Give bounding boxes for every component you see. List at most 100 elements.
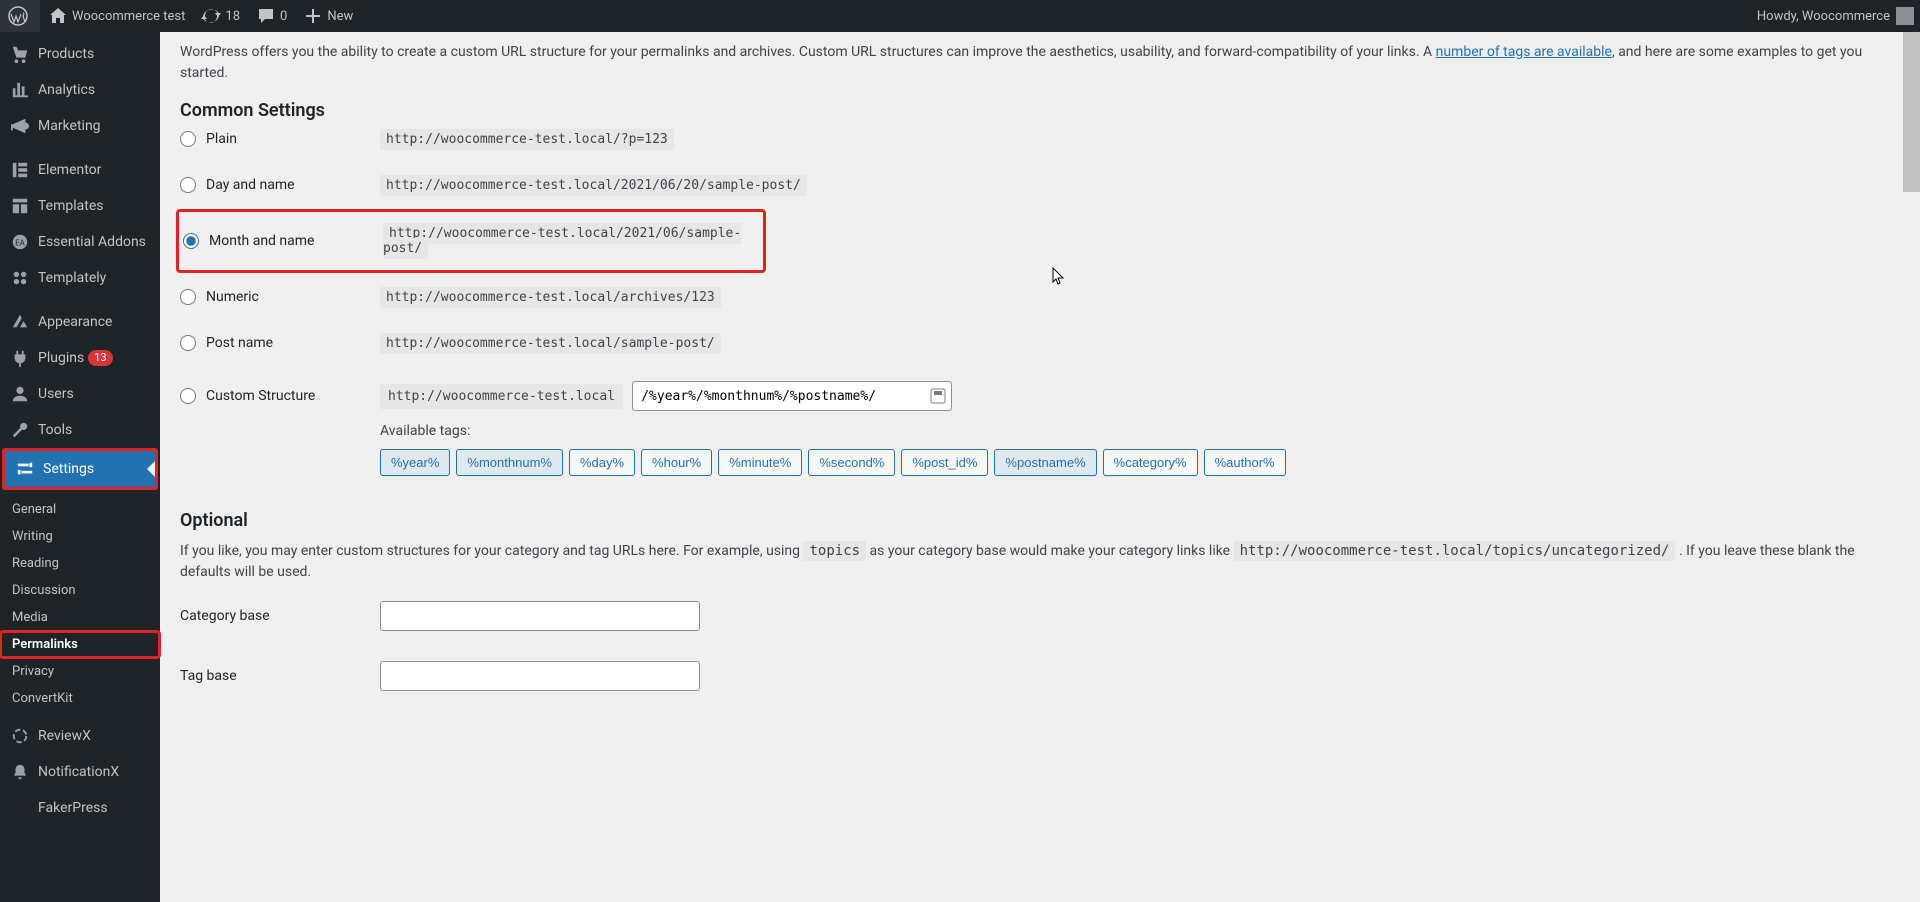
- submenu-reading[interactable]: Reading: [0, 550, 160, 577]
- permalink-postname-example: http://woocommerce-test.local/sample-pos…: [380, 333, 721, 354]
- fakerpress-icon: [10, 798, 30, 818]
- permalink-month-highlight: Month and name http://woocommerce-test.l…: [176, 209, 766, 273]
- save-autofill-icon[interactable]: [930, 388, 946, 404]
- permalink-numeric-example: http://woocommerce-test.local/archives/1…: [380, 287, 721, 308]
- tag-post_id[interactable]: %post_id%: [901, 449, 988, 476]
- tools-icon: [10, 420, 30, 440]
- updates-link[interactable]: 18: [193, 0, 248, 32]
- admin-toolbar: Woocommerce test 18 0 New Howdy, Woocomm…: [0, 0, 1920, 32]
- tag-year[interactable]: %year%: [380, 449, 450, 476]
- permalink-month-label[interactable]: Month and name: [183, 233, 383, 249]
- comment-icon: [256, 6, 276, 26]
- wp-logo-menu[interactable]: [0, 0, 40, 32]
- menu-settings-highlight: Settings: [2, 448, 158, 490]
- available-tags: %year%%monthnum%%day%%hour%%minute%%seco…: [380, 449, 1883, 476]
- permalink-plain-example: http://woocommerce-test.local/?p=123: [380, 129, 674, 150]
- menu-marketing[interactable]: Marketing: [0, 108, 160, 144]
- updates-count: 18: [225, 9, 240, 24]
- tag-base-label: Tag base: [180, 668, 380, 684]
- admin-menu: Products Analytics Marketing Elementor T…: [0, 32, 160, 902]
- tag-minute[interactable]: %minute%: [718, 449, 802, 476]
- scrollbar[interactable]: ▴: [1903, 0, 1920, 902]
- users-icon: [10, 384, 30, 404]
- site-name-link[interactable]: Woocommerce test: [40, 0, 193, 32]
- submenu-general[interactable]: General: [0, 496, 160, 523]
- menu-notificationx[interactable]: NotificationX: [0, 754, 160, 790]
- home-icon: [48, 6, 68, 26]
- permalink-day-label[interactable]: Day and name: [180, 177, 380, 193]
- permalink-plain-radio[interactable]: [180, 131, 196, 147]
- menu-products[interactable]: Products: [0, 36, 160, 72]
- permalink-month-radio[interactable]: [183, 233, 199, 249]
- tag-hour[interactable]: %hour%: [641, 449, 712, 476]
- update-icon: [201, 6, 221, 26]
- submenu-media[interactable]: Media: [0, 604, 160, 631]
- menu-templates[interactable]: Templates: [0, 188, 160, 224]
- menu-settings[interactable]: Settings: [5, 451, 155, 487]
- tag-base-input[interactable]: [380, 661, 700, 691]
- permalink-numeric-radio[interactable]: [180, 289, 196, 305]
- submenu-convertkit[interactable]: ConvertKit: [0, 685, 160, 712]
- tag-day[interactable]: %day%: [569, 449, 635, 476]
- permalink-numeric-label[interactable]: Numeric: [180, 289, 380, 305]
- tag-second[interactable]: %second%: [808, 449, 895, 476]
- intro-text: WordPress offers you the ability to crea…: [180, 42, 1883, 84]
- menu-fakerpress[interactable]: FakerPress: [0, 790, 160, 826]
- comments-count: 0: [280, 9, 287, 24]
- wordpress-icon: [8, 6, 28, 26]
- new-label: New: [327, 9, 353, 24]
- analytics-icon: [10, 80, 30, 100]
- submenu-permalinks[interactable]: Permalinks: [0, 631, 160, 658]
- tag-postname[interactable]: %postname%: [994, 449, 1096, 476]
- menu-users[interactable]: Users: [0, 376, 160, 412]
- plugins-icon: [10, 348, 30, 368]
- submenu-privacy[interactable]: Privacy: [0, 658, 160, 685]
- user-menu[interactable]: Howdy, Woocommerce: [1749, 0, 1920, 32]
- permalink-month-example: http://woocommerce-test.local/2021/06/sa…: [383, 223, 741, 259]
- menu-plugins[interactable]: Plugins13: [0, 340, 160, 376]
- menu-analytics[interactable]: Analytics: [0, 72, 160, 108]
- custom-base-url: http://woocommerce-test.local: [380, 384, 623, 409]
- new-link[interactable]: New: [295, 0, 361, 32]
- settings-submenu: General Writing Reading Discussion Media…: [0, 490, 160, 718]
- menu-elementor[interactable]: Elementor: [0, 152, 160, 188]
- permalink-postname-label[interactable]: Post name: [180, 335, 380, 351]
- notificationx-icon: [10, 762, 30, 782]
- settings-icon: [15, 459, 35, 479]
- menu-essential-addons[interactable]: EAEssential Addons: [0, 224, 160, 260]
- comments-link[interactable]: 0: [248, 0, 295, 32]
- permalink-day-radio[interactable]: [180, 177, 196, 193]
- howdy-text: Howdy, Woocommerce: [1757, 9, 1890, 24]
- available-tags-label: Available tags:: [380, 423, 1883, 439]
- templates-icon: [10, 196, 30, 216]
- common-settings-heading: Common Settings: [180, 100, 1883, 121]
- scroll-thumb[interactable]: [1903, 32, 1920, 192]
- essential-addons-icon: EA: [10, 232, 30, 252]
- category-base-input[interactable]: [380, 601, 700, 631]
- permalink-custom-label[interactable]: Custom Structure: [180, 388, 380, 404]
- menu-appearance[interactable]: Appearance: [0, 304, 160, 340]
- site-name: Woocommerce test: [72, 9, 185, 24]
- custom-structure-input[interactable]: [632, 381, 952, 411]
- menu-templately[interactable]: Templately: [0, 260, 160, 296]
- permalink-postname-radio[interactable]: [180, 335, 196, 351]
- permalink-custom-radio[interactable]: [180, 388, 196, 404]
- avatar-icon: [1896, 7, 1914, 25]
- plus-icon: [303, 6, 323, 26]
- tag-monthnum[interactable]: %monthnum%: [456, 449, 563, 476]
- tag-author[interactable]: %author%: [1204, 449, 1286, 476]
- permalink-day-example: http://woocommerce-test.local/2021/06/20…: [380, 175, 807, 196]
- tags-link[interactable]: number of tags are available: [1436, 44, 1612, 60]
- tag-category[interactable]: %category%: [1103, 449, 1198, 476]
- plugins-badge: 13: [88, 350, 112, 366]
- submenu-discussion[interactable]: Discussion: [0, 577, 160, 604]
- content-area: WordPress offers you the ability to crea…: [160, 32, 1903, 761]
- menu-reviewx[interactable]: ReviewX: [0, 718, 160, 754]
- permalink-plain-label[interactable]: Plain: [180, 131, 380, 147]
- submenu-writing[interactable]: Writing: [0, 523, 160, 550]
- marketing-icon: [10, 116, 30, 136]
- svg-text:EA: EA: [15, 238, 26, 248]
- appearance-icon: [10, 312, 30, 332]
- optional-heading: Optional: [180, 510, 1883, 531]
- menu-tools[interactable]: Tools: [0, 412, 160, 448]
